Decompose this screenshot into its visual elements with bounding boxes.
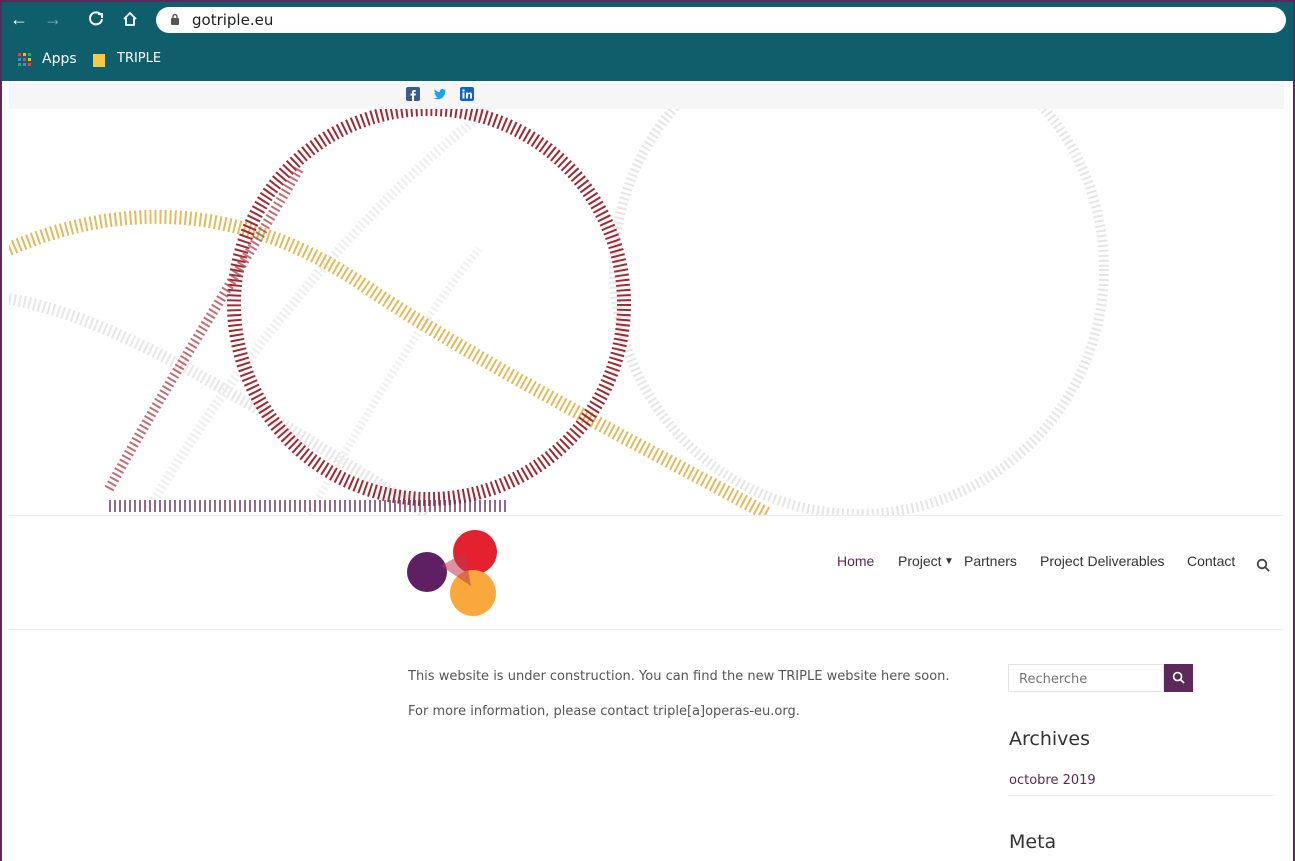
- window-frame: [0, 0, 1295, 861]
